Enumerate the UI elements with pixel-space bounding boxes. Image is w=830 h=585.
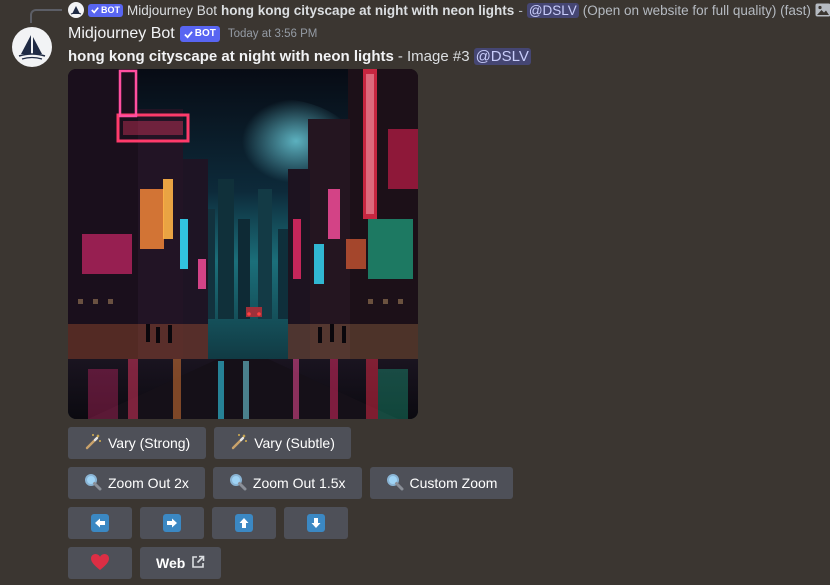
pan-row — [68, 507, 348, 539]
zoom-out-2x-button[interactable]: Zoom Out 2x — [68, 467, 205, 499]
timestamp: Today at 3:56 PM — [227, 28, 318, 40]
message-content: hong kong cityscape at night with neon l… — [68, 46, 531, 66]
vary-strong-button[interactable]: Vary (Strong) — [68, 427, 207, 459]
heart-icon — [90, 553, 110, 574]
image-label: - Image #3 — [397, 47, 470, 65]
reply-bot-tag: BOT — [88, 3, 123, 17]
magnifier-icon — [229, 473, 247, 494]
pan-down-button[interactable] — [284, 507, 348, 539]
reply-author[interactable]: Midjourney Bot — [127, 3, 217, 18]
magnifier-icon — [386, 473, 404, 494]
favorite-button[interactable] — [68, 547, 132, 579]
generated-image[interactable] — [68, 69, 418, 419]
message-header: Midjourney Bot BOT Today at 3:56 PM — [68, 24, 317, 44]
custom-zoom-button[interactable]: Custom Zoom — [369, 467, 514, 499]
reply-separator: - — [518, 2, 523, 18]
vary-subtle-button[interactable]: Vary (Subtle) — [214, 427, 351, 459]
username[interactable]: Midjourney Bot — [68, 25, 175, 43]
avatar[interactable] — [12, 27, 52, 67]
arrow-down-icon — [307, 514, 325, 532]
bot-tag: BOT — [179, 26, 220, 42]
pan-up-button[interactable] — [212, 507, 276, 539]
action-row: Web — [68, 547, 222, 579]
arrow-left-icon — [91, 514, 109, 532]
reply-preview[interactable]: BOT Midjourney Bot hong kong cityscape a… — [68, 1, 830, 19]
sailboat-logo-icon — [18, 35, 46, 60]
reply-prompt: hong kong cityscape at night with neon l… — [221, 2, 515, 18]
image-icon — [815, 3, 830, 17]
magic-wand-icon — [230, 433, 248, 454]
pan-left-button[interactable] — [68, 507, 132, 539]
zoom-row: Zoom Out 2x Zoom Out 1.5x Custom Zoom — [68, 467, 514, 499]
magnifier-icon — [84, 473, 102, 494]
external-link-icon — [191, 555, 205, 572]
reply-connector — [30, 9, 62, 23]
prompt-text: hong kong cityscape at night with neon l… — [68, 47, 394, 65]
web-link-button[interactable]: Web — [140, 547, 222, 579]
reply-mention[interactable]: @DSLV — [526, 2, 579, 18]
arrow-up-icon — [235, 514, 253, 532]
zoom-out-1-5x-button[interactable]: Zoom Out 1.5x — [212, 467, 362, 499]
user-mention[interactable]: @DSLV — [473, 47, 531, 65]
magic-wand-icon — [84, 433, 102, 454]
pan-right-button[interactable] — [140, 507, 204, 539]
neon-cityscape-image — [68, 69, 418, 419]
arrow-right-icon — [163, 514, 181, 532]
reply-avatar — [68, 2, 84, 18]
vary-row: Vary (Strong) Vary (Subtle) — [68, 427, 351, 459]
reply-suffix: (Open on website for full quality) (fast… — [582, 2, 811, 18]
